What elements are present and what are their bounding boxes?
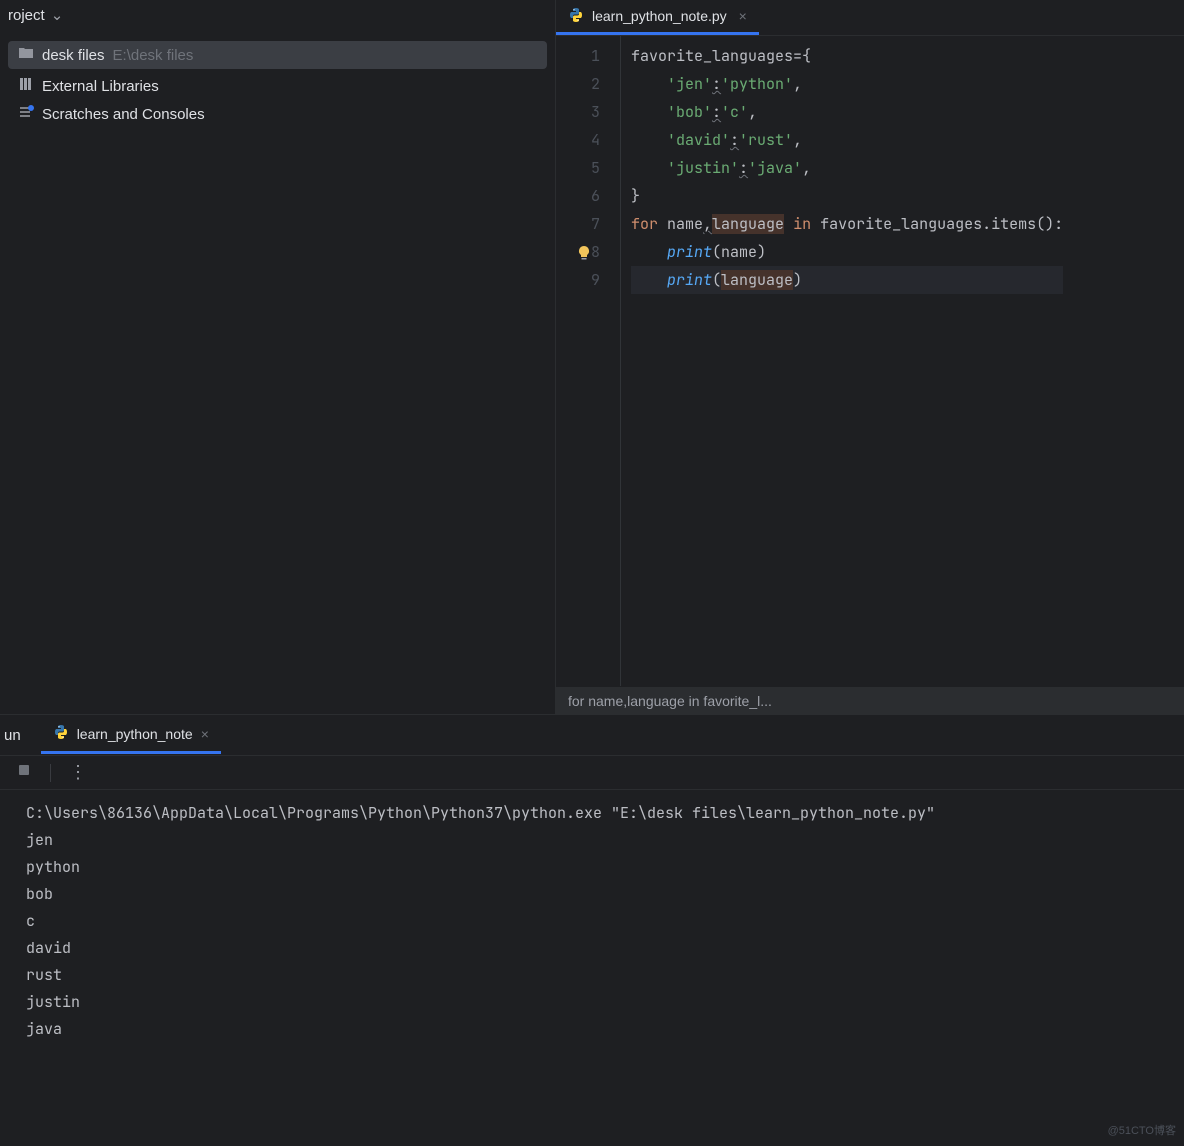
console-line: C:\Users\86136\AppData\Local\Programs\Py… bbox=[26, 800, 1178, 827]
code-lines[interactable]: favorite_languages={ 'jen':'python', 'bo… bbox=[621, 36, 1063, 686]
tree-item-label: desk files bbox=[42, 47, 105, 64]
code-editor[interactable]: 123456789 favorite_languages={ 'jen':'py… bbox=[556, 36, 1184, 686]
console-line: bob bbox=[26, 881, 1178, 908]
console-line: java bbox=[26, 1016, 1178, 1043]
project-sidebar: roject ⌄ desk files E:\desk files Extern… bbox=[0, 0, 556, 714]
close-icon[interactable]: × bbox=[201, 726, 209, 742]
tree-item-label: Scratches and Consoles bbox=[42, 106, 205, 123]
console-line: python bbox=[26, 854, 1178, 881]
breadcrumb[interactable]: for name,language in favorite_l... bbox=[556, 686, 1184, 714]
breadcrumb-text: for name,language in favorite_l... bbox=[568, 693, 772, 709]
code-line[interactable]: 'jen':'python', bbox=[631, 70, 1063, 98]
console-line: justin bbox=[26, 989, 1178, 1016]
code-line[interactable]: 'bob':'c', bbox=[631, 98, 1063, 126]
tree-item-label: External Libraries bbox=[42, 78, 159, 95]
console-line: david bbox=[26, 935, 1178, 962]
project-header[interactable]: roject ⌄ bbox=[0, 0, 555, 30]
close-icon[interactable]: × bbox=[739, 8, 747, 24]
run-tabbar: un learn_python_note × bbox=[0, 715, 1184, 755]
python-icon bbox=[53, 724, 69, 743]
folder-icon bbox=[18, 45, 34, 65]
gutter-line: 4 bbox=[556, 126, 600, 154]
console-output[interactable]: C:\Users\86136\AppData\Local\Programs\Py… bbox=[0, 789, 1184, 1146]
scratches-icon bbox=[18, 104, 34, 124]
gutter-line: 3 bbox=[556, 98, 600, 126]
console-line: c bbox=[26, 908, 1178, 935]
code-line[interactable]: 'david':'rust', bbox=[631, 126, 1063, 154]
gutter-line: 8 bbox=[556, 238, 600, 266]
tab-learn-python-note[interactable]: learn_python_note.py × bbox=[556, 0, 759, 35]
run-panel-label: un bbox=[0, 727, 25, 744]
run-toolbar: ⋮ bbox=[0, 755, 1184, 789]
tree-item-external-libraries[interactable]: External Libraries bbox=[0, 72, 555, 100]
gutter-line: 6 bbox=[556, 182, 600, 210]
gutter-line: 5 bbox=[556, 154, 600, 182]
gutter: 123456789 bbox=[556, 36, 621, 686]
chevron-down-icon: ⌄ bbox=[51, 6, 64, 24]
code-line[interactable]: print(name) bbox=[631, 238, 1063, 266]
gutter-line: 2 bbox=[556, 70, 600, 98]
library-icon bbox=[18, 76, 34, 96]
editor-pane: learn_python_note.py × 123456789 favorit… bbox=[556, 0, 1184, 714]
toolbar-divider bbox=[50, 764, 51, 782]
python-icon bbox=[568, 7, 584, 26]
project-tree: desk files E:\desk files External Librar… bbox=[0, 30, 555, 714]
run-tab-learn-python-note[interactable]: learn_python_note × bbox=[41, 716, 221, 754]
editor-tabbar: learn_python_note.py × bbox=[556, 0, 1184, 36]
run-tab-title: learn_python_note bbox=[77, 726, 193, 742]
more-actions-icon[interactable]: ⋮ bbox=[69, 762, 89, 783]
code-line[interactable]: } bbox=[631, 182, 1063, 210]
code-line[interactable]: print(language) bbox=[631, 266, 1063, 294]
run-panel: un learn_python_note × ⋮ C:\Users\86136\… bbox=[0, 714, 1184, 1146]
watermark: @51CTO博客 bbox=[1108, 1122, 1176, 1138]
console-line: rust bbox=[26, 962, 1178, 989]
gutter-line: 1 bbox=[556, 42, 600, 70]
tab-title: learn_python_note.py bbox=[592, 8, 727, 24]
tree-item-scratches[interactable]: Scratches and Consoles bbox=[0, 100, 555, 128]
code-line[interactable]: favorite_languages={ bbox=[631, 42, 1063, 70]
gutter-line: 9 bbox=[556, 266, 600, 294]
tree-item-path: E:\desk files bbox=[113, 47, 194, 64]
stop-button[interactable] bbox=[16, 762, 32, 783]
project-title: roject bbox=[8, 7, 45, 24]
gutter-line: 7 bbox=[556, 210, 600, 238]
console-line: jen bbox=[26, 827, 1178, 854]
code-line[interactable]: for name,language in favorite_languages.… bbox=[631, 210, 1063, 238]
tree-item-desk-files[interactable]: desk files E:\desk files bbox=[8, 41, 547, 69]
code-line[interactable]: 'justin':'java', bbox=[631, 154, 1063, 182]
